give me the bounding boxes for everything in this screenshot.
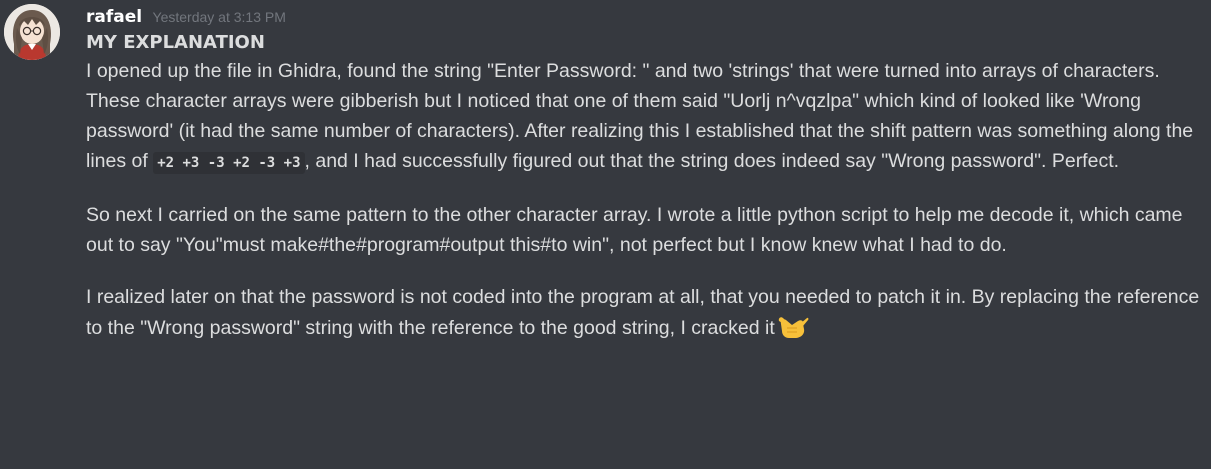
paragraph-1: I opened up the file in Ghidra, found th… bbox=[86, 56, 1201, 178]
avatar[interactable] bbox=[4, 4, 60, 60]
paragraph-2: So next I carried on the same pattern to… bbox=[86, 204, 1183, 256]
call-me-hand-emoji bbox=[777, 312, 809, 340]
message-header: rafael Yesterday at 3:13 PM bbox=[86, 4, 1201, 30]
timestamp[interactable]: Yesterday at 3:13 PM bbox=[153, 9, 286, 25]
paragraph-1-text-after: , and I had successfully figured out tha… bbox=[304, 150, 1120, 172]
inline-code: +2 +3 -3 +2 -3 +3 bbox=[153, 152, 305, 174]
explanation-title: MY EXPLANATION bbox=[86, 32, 265, 53]
chat-message: rafael Yesterday at 3:13 PM MY EXPLANATI… bbox=[0, 0, 1211, 469]
username[interactable]: rafael bbox=[86, 7, 142, 27]
paragraph-3: I realized later on that the password is… bbox=[86, 282, 1201, 343]
paragraph-3-text: I realized later on that the password is… bbox=[86, 286, 1200, 339]
message-content: rafael Yesterday at 3:13 PM MY EXPLANATI… bbox=[86, 4, 1201, 343]
